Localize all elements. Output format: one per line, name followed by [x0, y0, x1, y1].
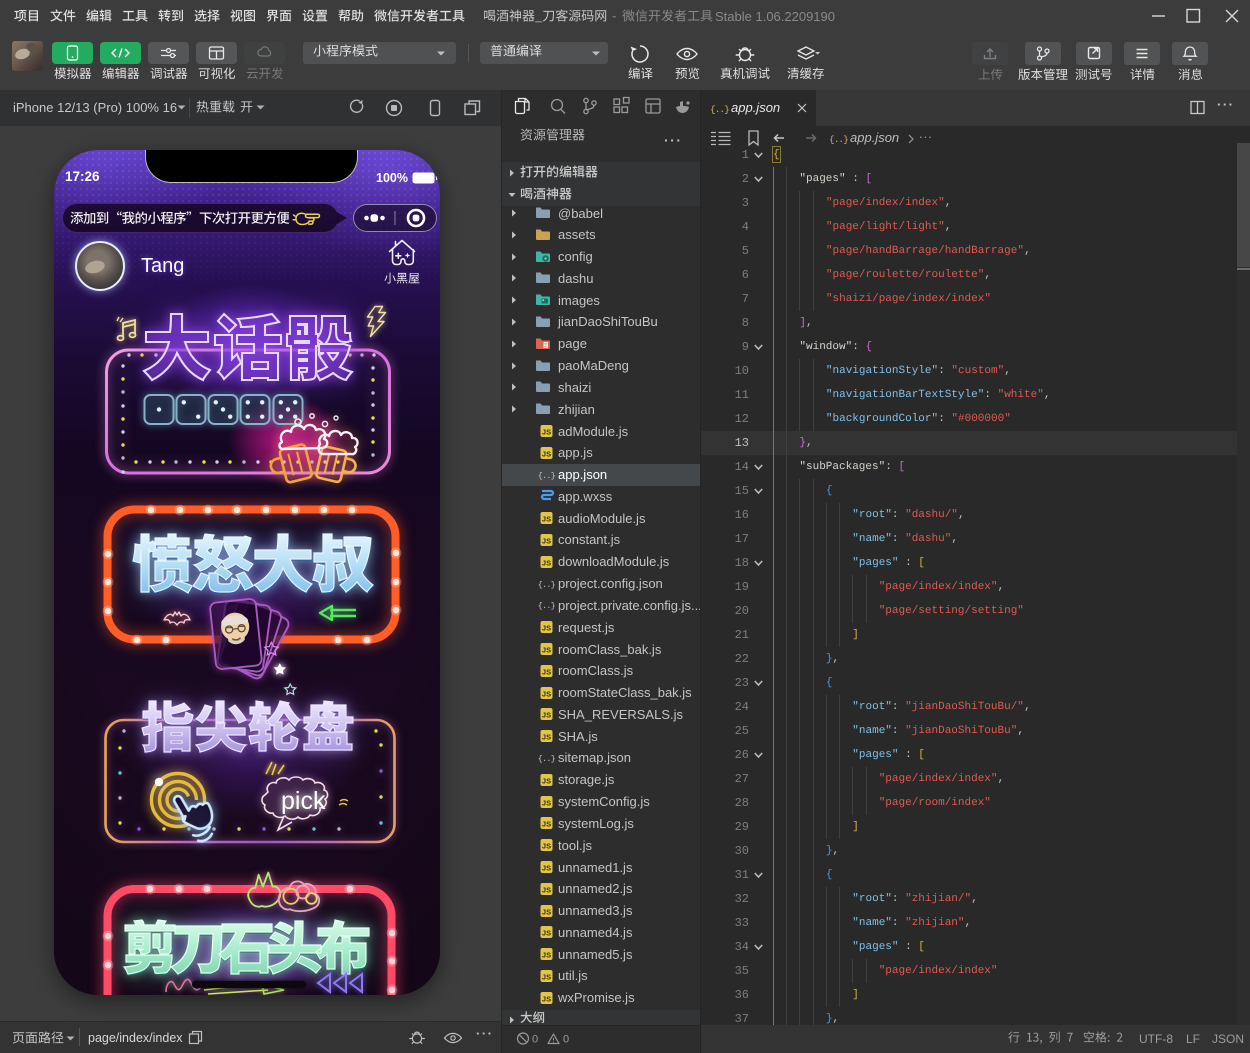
svg-text:{..}: {..} [538, 472, 555, 481]
svg-text:{..}: {..} [538, 602, 555, 611]
svg-text:JS: JS [542, 624, 551, 633]
svg-text:JS: JS [542, 646, 551, 655]
svg-text:{..}: {..} [538, 581, 555, 590]
svg-text:JS: JS [542, 799, 551, 808]
svg-text:JS: JS [542, 864, 551, 873]
svg-text:JS: JS [542, 908, 551, 917]
svg-text:JS: JS [542, 428, 551, 437]
svg-text:JS: JS [542, 733, 551, 742]
svg-text:JS: JS [542, 929, 551, 938]
svg-text:{..}: {..} [710, 104, 729, 115]
svg-text:JS: JS [542, 777, 551, 786]
svg-text:{..}: {..} [538, 755, 555, 764]
svg-text:JS: JS [542, 886, 551, 895]
svg-text:JS: JS [542, 995, 551, 1004]
svg-text:{..}: {..} [829, 134, 848, 145]
svg-text:JS: JS [542, 711, 551, 720]
svg-text:JS: JS [542, 668, 551, 677]
svg-text:JS: JS [542, 559, 551, 568]
svg-text:JS: JS [542, 951, 551, 960]
svg-text:JS: JS [542, 973, 551, 982]
svg-text:JS: JS [542, 690, 551, 699]
svg-text:JS: JS [542, 820, 551, 829]
svg-text:JS: JS [542, 450, 551, 459]
svg-text:0: 0 [563, 1034, 569, 1046]
svg-text:JS: JS [542, 537, 551, 546]
svg-text:JS: JS [542, 515, 551, 524]
svg-text:JS: JS [542, 842, 551, 851]
svg-text:0: 0 [532, 1034, 538, 1046]
